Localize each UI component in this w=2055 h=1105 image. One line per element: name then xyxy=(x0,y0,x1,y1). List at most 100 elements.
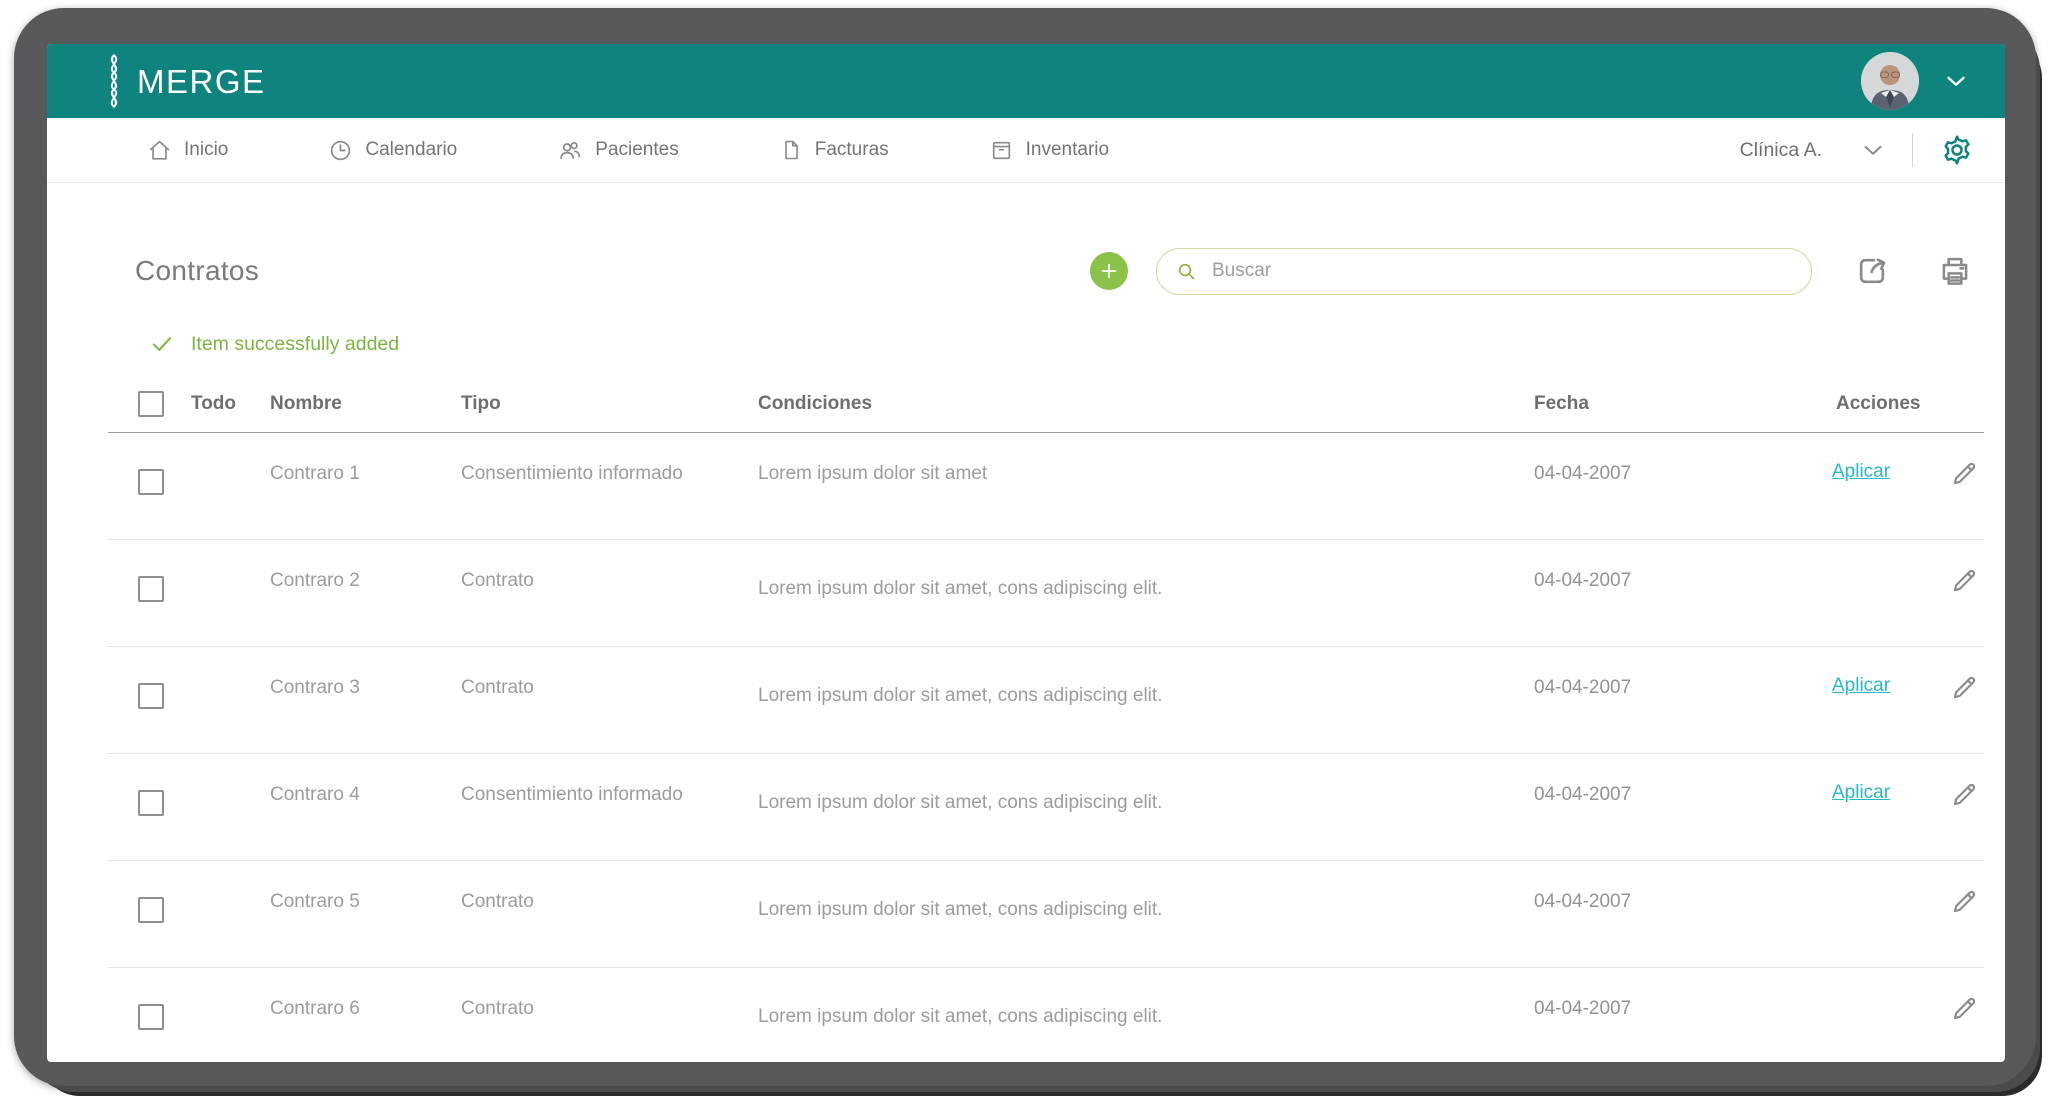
export-icon xyxy=(1852,251,1892,291)
row-checkbox[interactable] xyxy=(138,1004,164,1030)
clinic-chevron-icon xyxy=(1858,135,1888,165)
printer-icon xyxy=(1936,252,1974,290)
col-header-tipo: Tipo xyxy=(461,393,758,415)
apply-link[interactable]: Aplicar xyxy=(1832,672,1890,697)
col-header-condiciones: Condiciones xyxy=(758,393,1534,415)
patients-icon xyxy=(557,137,583,163)
col-header-todo: Todo xyxy=(191,393,236,415)
nav-bar: Inicio Calendario Pacientes Facturas Inv… xyxy=(47,118,2005,183)
nav-label: Inventario xyxy=(1026,139,1109,161)
contract-conditions: Lorem ipsum dolor sit amet, cons adipisc… xyxy=(758,647,1534,753)
table-row: Contraro 5 Contrato Lorem ipsum dolor si… xyxy=(108,861,1984,968)
contract-date: 04-04-2007 xyxy=(1534,861,1794,967)
apply-link[interactable]: Aplicar xyxy=(1832,458,1890,483)
col-header-fecha: Fecha xyxy=(1534,393,1794,415)
app-header: MERGE xyxy=(47,44,2005,118)
col-header-nombre: Nombre xyxy=(270,393,461,415)
edit-pencil-icon[interactable] xyxy=(1948,886,1980,918)
brand: MERGE xyxy=(101,54,266,108)
table-row: Contraro 6 Contrato Lorem ipsum dolor si… xyxy=(108,968,1984,1062)
nav-label: Facturas xyxy=(815,139,889,161)
check-icon xyxy=(149,331,175,357)
nav-label: Inicio xyxy=(184,139,228,161)
contract-type: Contrato xyxy=(461,861,758,967)
row-checkbox[interactable] xyxy=(138,683,164,709)
edit-pencil-icon[interactable] xyxy=(1948,458,1980,490)
user-menu-chevron-icon[interactable] xyxy=(1941,66,1971,96)
home-icon xyxy=(147,138,172,163)
user-menu[interactable] xyxy=(1861,52,1971,110)
row-checkbox[interactable] xyxy=(138,576,164,602)
select-all-checkbox[interactable] xyxy=(138,391,164,417)
row-checkbox[interactable] xyxy=(138,897,164,923)
page: MERGE xyxy=(0,0,2055,1105)
contract-type: Contrato xyxy=(461,647,758,753)
page-title: Contratos xyxy=(135,255,259,287)
divider xyxy=(1912,133,1913,167)
contract-name: Contraro 1 xyxy=(270,433,461,539)
nav-item-inicio[interactable]: Inicio xyxy=(147,138,228,163)
col-header-acciones: Acciones xyxy=(1794,393,1984,415)
contract-conditions: Lorem ipsum dolor sit amet xyxy=(758,433,1534,539)
contract-conditions: Lorem ipsum dolor sit amet, cons adipisc… xyxy=(758,968,1534,1062)
table-row: Contraro 1 Consentimiento informado Lore… xyxy=(108,433,1984,540)
invoice-icon xyxy=(779,138,803,162)
clinic-selector[interactable]: Clínica A. xyxy=(1740,135,1888,165)
contract-name: Contraro 5 xyxy=(270,861,461,967)
dna-helix-icon xyxy=(101,54,127,108)
table-row: Contraro 4 Consentimiento informado Lore… xyxy=(108,754,1984,861)
contract-date: 04-04-2007 xyxy=(1534,433,1794,539)
search-input[interactable] xyxy=(1210,259,1795,283)
nav-item-pacientes[interactable]: Pacientes xyxy=(557,137,678,163)
contract-date: 04-04-2007 xyxy=(1534,968,1794,1062)
search-icon xyxy=(1175,260,1198,283)
success-text: Item successfully added xyxy=(191,333,399,356)
edit-pencil-icon[interactable] xyxy=(1948,672,1980,704)
contract-type: Consentimiento informado xyxy=(461,754,758,860)
contract-type: Consentimiento informado xyxy=(461,433,758,539)
inventory-icon xyxy=(989,138,1014,163)
search-box[interactable] xyxy=(1156,248,1812,295)
table-row: Contraro 2 Contrato Lorem ipsum dolor si… xyxy=(108,540,1984,647)
nav-item-facturas[interactable]: Facturas xyxy=(779,138,889,162)
plus-icon xyxy=(1098,260,1120,282)
table-row: Contraro 3 Contrato Lorem ipsum dolor si… xyxy=(108,647,1984,754)
clock-icon xyxy=(328,138,353,163)
contract-type: Contrato xyxy=(461,968,758,1062)
add-contract-button[interactable] xyxy=(1090,252,1128,290)
nav-label: Pacientes xyxy=(595,139,678,161)
contract-date: 04-04-2007 xyxy=(1534,647,1794,753)
main-content: Contratos xyxy=(47,247,2005,1062)
contract-name: Contraro 6 xyxy=(270,968,461,1062)
edit-pencil-icon[interactable] xyxy=(1948,565,1980,597)
contract-name: Contraro 3 xyxy=(270,647,461,753)
nav-right: Clínica A. xyxy=(1740,130,1977,170)
row-checkbox[interactable] xyxy=(138,469,164,495)
edit-pencil-icon[interactable] xyxy=(1948,993,1980,1025)
contract-date: 04-04-2007 xyxy=(1534,754,1794,860)
contract-conditions: Lorem ipsum dolor sit amet, cons adipisc… xyxy=(758,540,1534,646)
nav-item-calendario[interactable]: Calendario xyxy=(328,138,457,163)
settings-gear-icon[interactable] xyxy=(1937,130,1977,170)
export-button[interactable] xyxy=(1852,251,1892,291)
nav-label: Calendario xyxy=(365,139,457,161)
print-button[interactable] xyxy=(1936,252,1974,290)
success-message: Item successfully added xyxy=(149,331,1984,357)
toolbar: Contratos xyxy=(108,247,1984,295)
device-frame: MERGE xyxy=(14,8,2036,1086)
table-header-row: Todo Nombre Tipo Condiciones Fecha Accio… xyxy=(108,375,1984,433)
nav-item-inventario[interactable]: Inventario xyxy=(989,138,1109,163)
contract-conditions: Lorem ipsum dolor sit amet, cons adipisc… xyxy=(758,861,1534,967)
contracts-table: Todo Nombre Tipo Condiciones Fecha Accio… xyxy=(108,375,1984,1062)
contract-date: 04-04-2007 xyxy=(1534,540,1794,646)
app-screen: MERGE xyxy=(47,44,2005,1062)
apply-link[interactable]: Aplicar xyxy=(1832,779,1890,804)
edit-pencil-icon[interactable] xyxy=(1948,779,1980,811)
contract-type: Contrato xyxy=(461,540,758,646)
user-avatar[interactable] xyxy=(1861,52,1919,110)
toolbar-tools xyxy=(1090,248,1974,295)
row-checkbox[interactable] xyxy=(138,790,164,816)
brand-name: MERGE xyxy=(137,65,266,98)
contract-name: Contraro 2 xyxy=(270,540,461,646)
contract-name: Contraro 4 xyxy=(270,754,461,860)
